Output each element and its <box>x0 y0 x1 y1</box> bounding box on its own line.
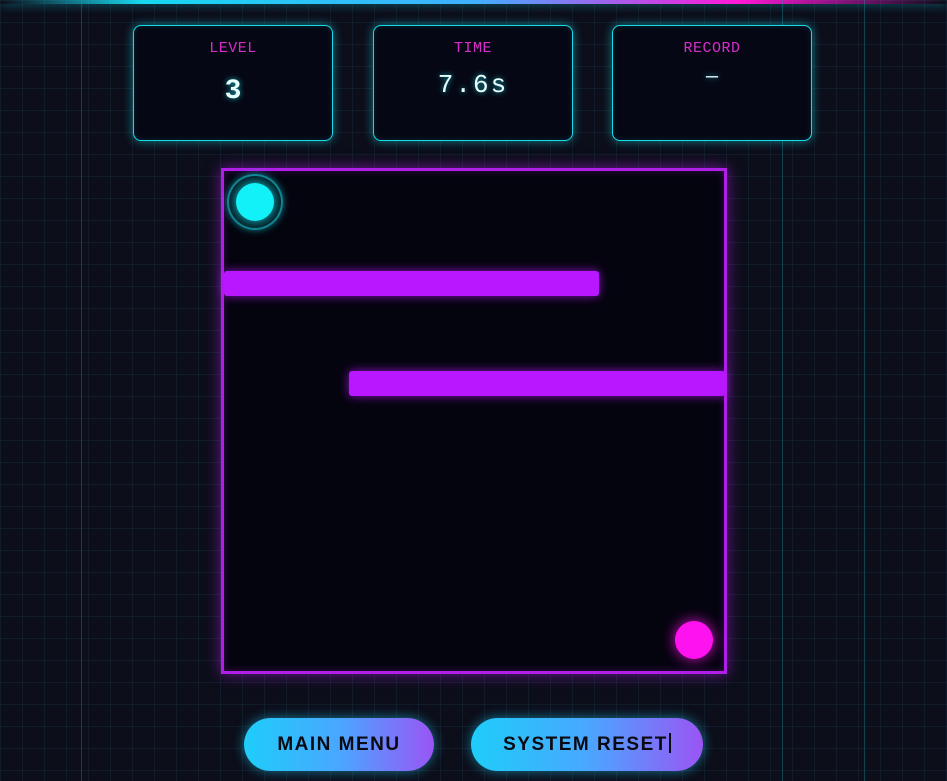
record-panel: RECORD — <box>612 25 812 141</box>
goal-target <box>675 621 713 659</box>
main-menu-label: MAIN MENU <box>277 733 401 755</box>
maze-board[interactable] <box>221 168 727 674</box>
time-value: 7.6s <box>437 70 509 100</box>
maze-wall <box>224 271 599 296</box>
level-panel: LEVEL 3 <box>133 25 333 141</box>
level-label: LEVEL <box>209 40 257 57</box>
record-label: RECORD <box>683 40 741 57</box>
record-value: — <box>705 66 718 89</box>
grid-accent-line <box>864 0 865 781</box>
grid-accent-line <box>81 0 82 781</box>
text-cursor <box>668 733 671 753</box>
maze-wall <box>349 371 725 396</box>
time-label: TIME <box>453 40 492 57</box>
system-reset-label: SYSTEM RESET <box>503 734 668 755</box>
time-panel: TIME 7.6s <box>373 25 573 141</box>
system-reset-button[interactable]: SYSTEM RESET <box>471 718 703 771</box>
player-ball[interactable] <box>236 183 274 221</box>
level-value: 3 <box>224 76 242 107</box>
top-accent-bar <box>0 0 947 4</box>
main-menu-button[interactable]: MAIN MENU <box>244 718 434 771</box>
